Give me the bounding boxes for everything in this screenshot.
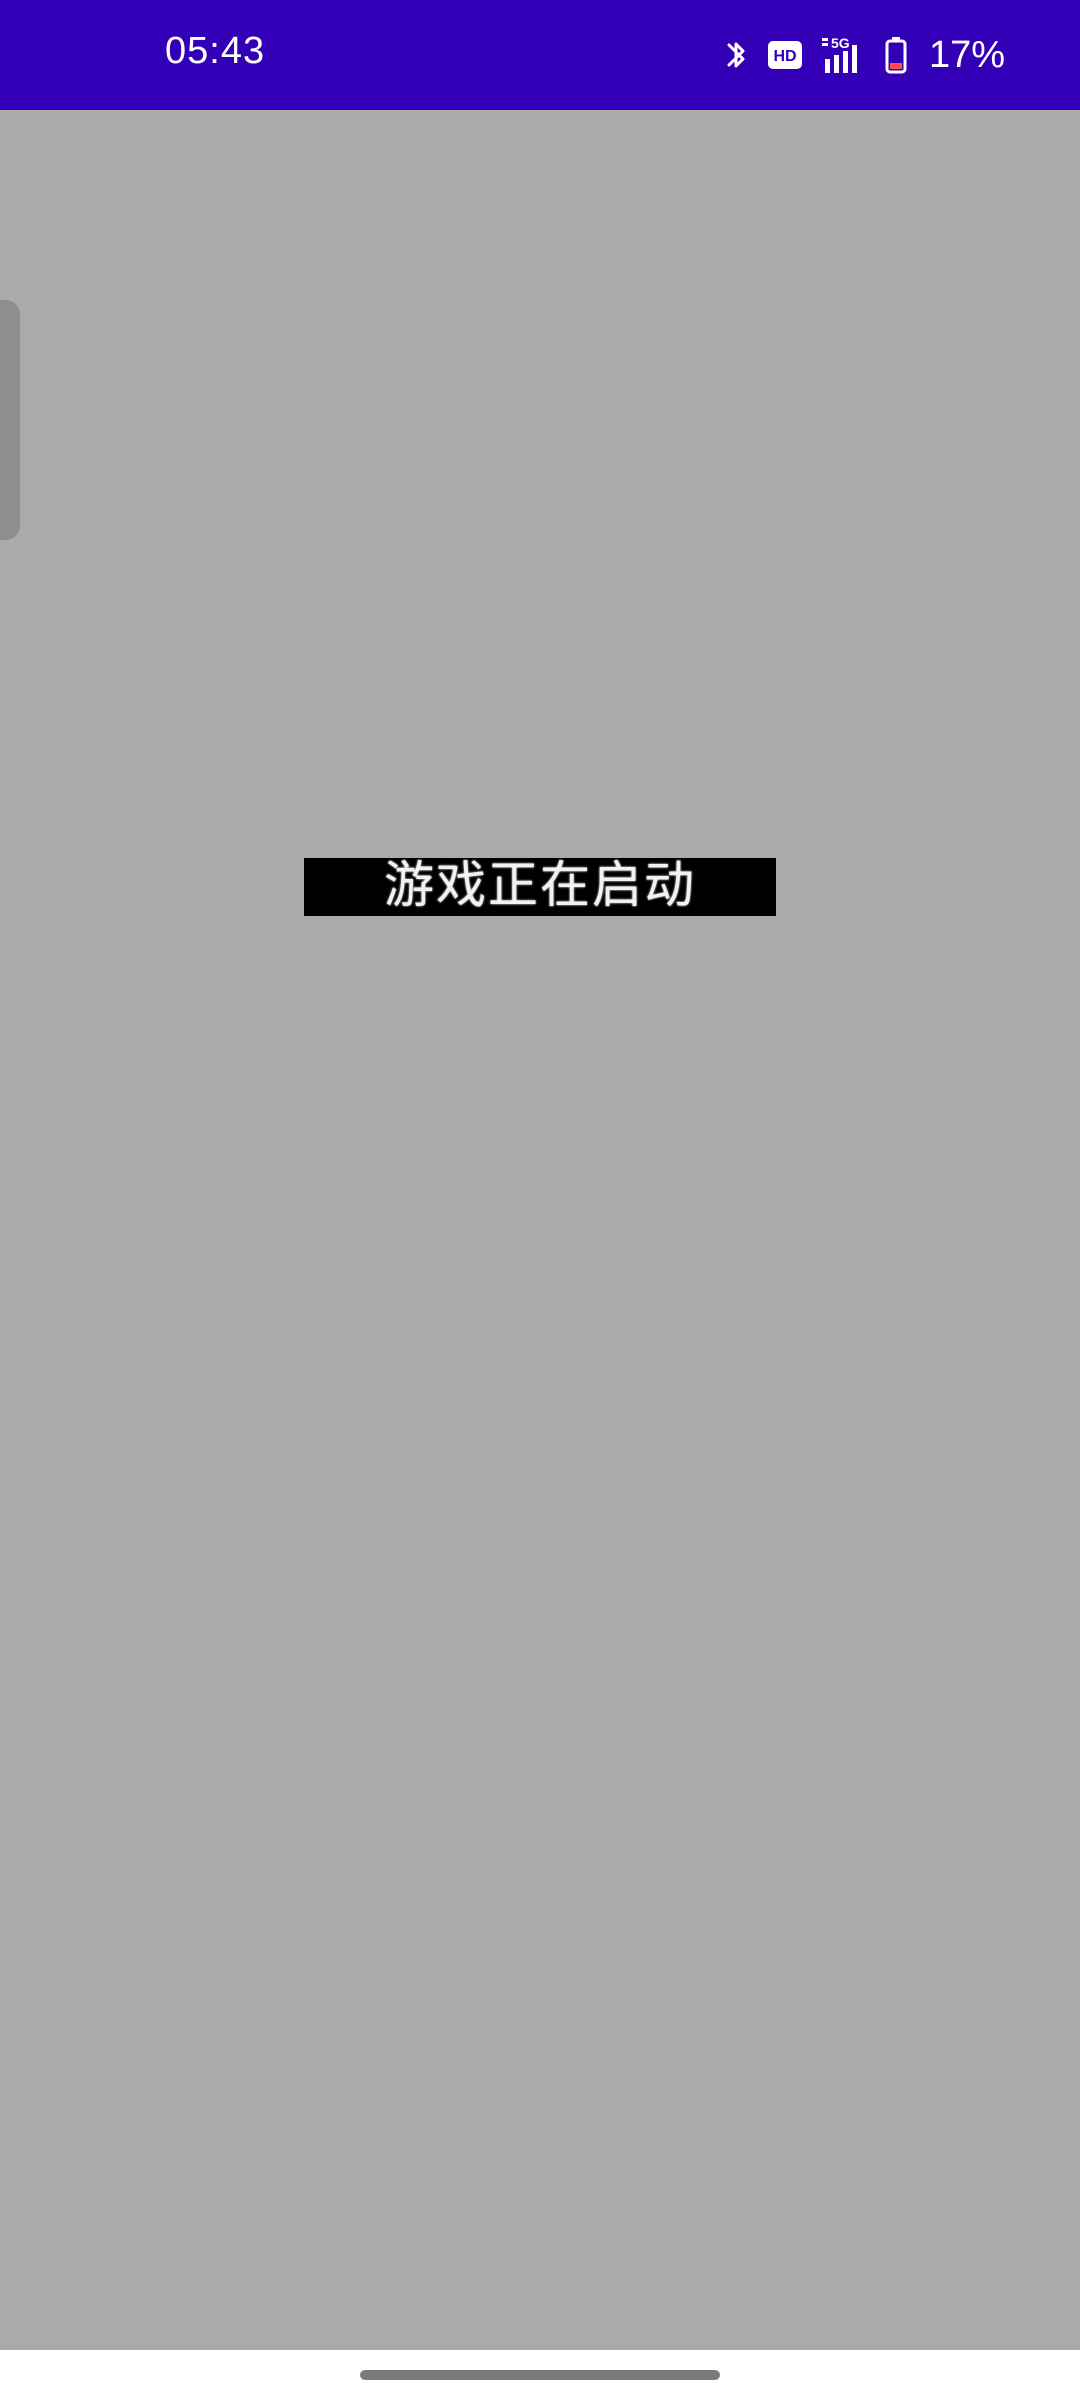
status-bar: 05:43 HD 5G 17% [0, 0, 1080, 110]
loading-banner: 游戏正在启动 [304, 856, 776, 916]
screen: 05:43 HD 5G 17% 游戏正在启动 [0, 0, 1080, 2400]
home-gesture-bar[interactable] [360, 2370, 720, 2380]
status-time: 05:43 [165, 30, 266, 72]
loading-text: 游戏正在启动 [384, 856, 696, 914]
hd-label: HD [773, 48, 796, 65]
status-icons: HD 5G 17% [723, 22, 1005, 88]
side-edge-handle[interactable] [0, 300, 20, 540]
hd-icon: HD [767, 39, 803, 71]
battery-percent: 17% [928, 33, 1005, 76]
network-label: 5G [831, 35, 850, 51]
battery-icon [885, 36, 907, 74]
bluetooth-icon [723, 35, 751, 75]
navigation-bar [0, 2350, 1080, 2400]
5g-signal-icon: 5G [819, 35, 869, 75]
